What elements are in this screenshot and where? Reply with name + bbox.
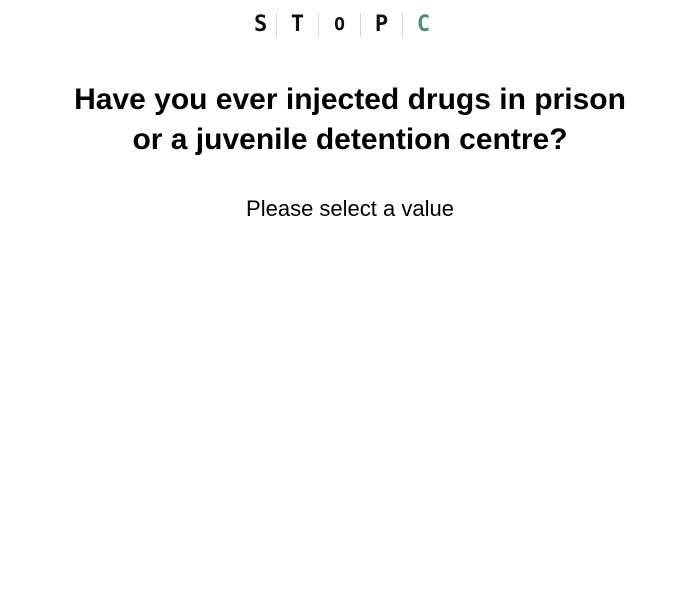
- stopc-logo: S T O P C: [254, 13, 444, 37]
- logo-letter-o: O: [334, 14, 345, 35]
- question-heading: Have you ever injected drugs in prison o…: [74, 83, 626, 156]
- logo-letter-p: P: [374, 12, 389, 37]
- page: S T O P C Have you ever injected drugs i…: [0, 0, 700, 600]
- logo-letter-c: C: [416, 12, 431, 37]
- logo-letter-t: T: [290, 12, 305, 37]
- selection-prompt: Please select a value: [246, 196, 454, 221]
- logo-letter-s: S: [254, 12, 268, 37]
